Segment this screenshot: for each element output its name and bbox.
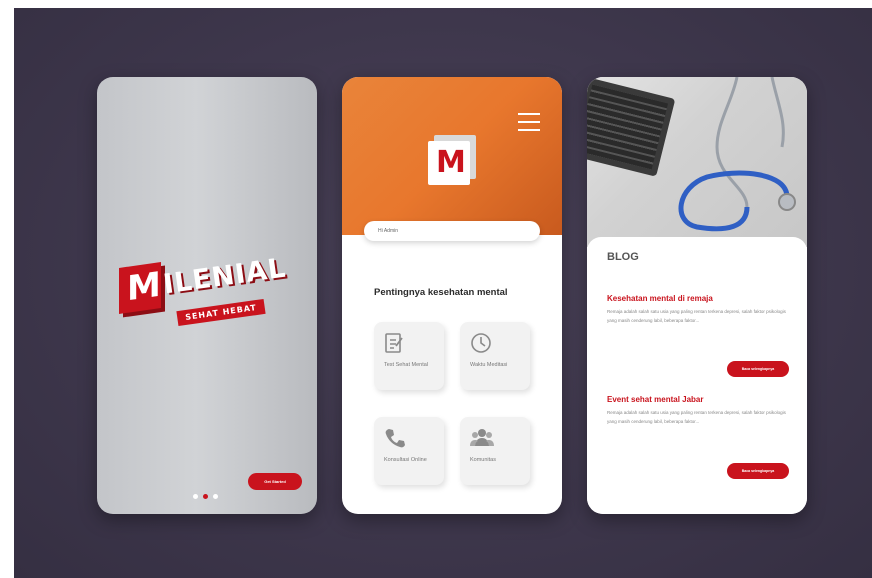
pager-dot[interactable] — [213, 494, 218, 499]
menu-card-community[interactable]: Komunitas — [460, 417, 530, 485]
greeting-search-bar[interactable]: Hi Admin — [364, 221, 540, 241]
home-screen: M Hi Admin Pentingnya kesehatan mental T… — [342, 77, 562, 514]
logo-m-letter: M — [127, 264, 161, 310]
community-icon — [470, 427, 494, 452]
laptop-image — [587, 77, 676, 177]
blog-screen: BLOG Kesehatan mental di remaja Remaja a… — [587, 77, 807, 514]
milenial-logo: M ILENIAL SEHAT HEBAT — [119, 252, 299, 335]
phone-icon — [384, 427, 406, 454]
post-title-1[interactable]: Kesehatan mental di remaja — [607, 294, 713, 303]
hamburger-menu-icon[interactable] — [518, 113, 540, 131]
pager-dot[interactable] — [193, 494, 198, 499]
menu-label-community: Komunitas — [470, 457, 496, 463]
pager-dots — [193, 494, 218, 499]
stethoscope-image — [678, 77, 796, 232]
menu-label-meditation: Waktu Meditasi — [470, 362, 508, 368]
splash-screen: M ILENIAL SEHAT HEBAT Get Started — [97, 77, 317, 514]
clipboard-icon — [384, 332, 404, 359]
post-title-2[interactable]: Event sehat mental Jabar — [607, 395, 703, 404]
read-more-button-2[interactable]: Baca selengkapnya — [727, 463, 789, 479]
section-title: Pentingnya kesehatan mental — [374, 287, 508, 298]
clock-icon — [470, 332, 492, 359]
home-header: M — [342, 77, 562, 235]
logo-tagline: SEHAT HEBAT — [176, 298, 266, 327]
blog-panel: BLOG Kesehatan mental di remaja Remaja a… — [587, 237, 807, 514]
app-logo-icon: M — [424, 131, 482, 189]
menu-card-consultation[interactable]: Konsultasi Online — [374, 417, 444, 485]
read-more-button-1[interactable]: Baca selengkapnya — [727, 361, 789, 377]
get-started-button[interactable]: Get Started — [248, 473, 302, 490]
blog-heading: BLOG — [607, 251, 639, 263]
menu-card-test[interactable]: Test Sehat Mental — [374, 322, 444, 390]
post-body-2: Remaja adalah salah satu usia yang palin… — [607, 410, 786, 424]
stethoscope-laptop-photo — [587, 77, 807, 247]
logo-wordmark: ILENIAL — [161, 252, 288, 301]
post-body-1: Remaja adalah salah satu usia yang palin… — [607, 309, 786, 323]
cube-letter: M — [436, 145, 466, 180]
menu-label-consultation: Konsultasi Online — [384, 457, 427, 463]
menu-label-test: Test Sehat Mental — [384, 362, 429, 368]
menu-card-meditation[interactable]: Waktu Meditasi — [460, 322, 530, 390]
pager-dot-active[interactable] — [203, 494, 208, 499]
